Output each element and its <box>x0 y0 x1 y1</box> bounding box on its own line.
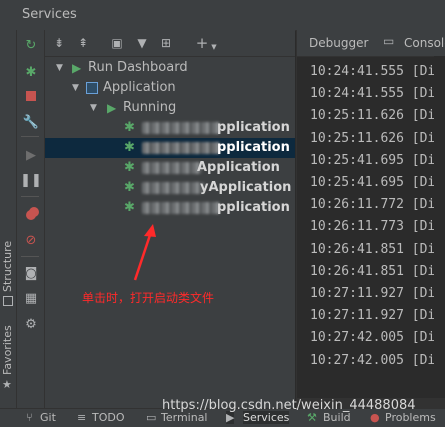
console-line: 10:25:11.626 [Dis <box>310 108 444 124</box>
collapse-arrow-icon: ▼ <box>72 83 79 93</box>
application-config-icon <box>86 82 98 94</box>
console-line: 10:26:11.772 [Dis <box>310 197 444 213</box>
structure-icon <box>3 296 13 306</box>
annotation-arrow <box>133 224 156 281</box>
tree-node-label: Application <box>103 80 176 95</box>
resume-icon[interactable]: ▶ <box>21 145 41 165</box>
console-line: 10:25:41.695 [Dis <box>310 152 444 168</box>
star-icon: ★ <box>2 378 12 391</box>
redacted-app-name <box>142 182 204 194</box>
structure-tab[interactable]: Structure <box>1 241 14 292</box>
divider <box>21 196 39 197</box>
console-line: 10:24:41.555 [Dis <box>310 86 444 102</box>
tree-toolbar: ⇟ ⇞ ▣ ▼ ⊞ + ▼ <box>45 30 295 57</box>
todo-tab[interactable]: TODO <box>92 411 125 424</box>
watermark: https://blog.csdn.net/weixin_44488084 <box>162 398 416 413</box>
running-app-bug-icon: ✱ <box>124 200 135 215</box>
console-line: 10:26:41.851 [Dis <box>310 241 444 257</box>
console-line: 10:26:11.773 [Dis <box>310 219 444 235</box>
debug-bug-icon[interactable]: ✱ <box>21 62 41 82</box>
tool-window-header: Services <box>0 0 445 31</box>
redacted-app-name <box>142 202 220 214</box>
console-line: 10:25:11.626 [Dis <box>310 130 444 146</box>
redacted-app-name <box>142 122 220 134</box>
console-line: 10:25:41.695 [Dis <box>310 175 444 190</box>
vertical-scrollbar[interactable] <box>434 56 445 408</box>
app-name-suffix: yApplication <box>200 180 292 195</box>
new-tab-icon[interactable]: ⊞ <box>157 34 175 52</box>
tree-node-app[interactable]: ✱ pplication <box>45 118 295 138</box>
wrench-icon[interactable]: 🔧 <box>21 112 41 132</box>
tree-node-running[interactable]: ▼ ▶ Running <box>45 98 295 118</box>
todo-icon: ≡ <box>77 411 87 424</box>
stop-icon <box>26 91 36 101</box>
rerun-icon[interactable]: ↻ <box>21 35 41 55</box>
tree-node-app[interactable]: ✱ Application <box>45 158 295 178</box>
git-tab[interactable]: Git <box>40 411 56 424</box>
tree-node-app-selected[interactable]: ✱ pplication <box>45 138 295 158</box>
run-icon: ▶ <box>72 61 82 75</box>
divider <box>21 256 39 257</box>
running-app-bug-icon: ✱ <box>124 180 135 195</box>
app-name-suffix: Application <box>197 160 280 175</box>
services-tree-panel: ⇟ ⇞ ▣ ▼ ⊞ + ▼ ▼ ▶ Run Dashboard ▼ Applic… <box>45 30 295 408</box>
app-name-suffix: pplication <box>217 140 290 155</box>
tab-console[interactable]: Console <box>404 36 445 50</box>
tree-node-run-dashboard[interactable]: ▼ ▶ Run Dashboard <box>45 58 295 78</box>
console-icon: ▭ <box>383 34 395 48</box>
app-name-suffix: pplication <box>217 120 290 135</box>
tree-node-label: Running <box>123 100 177 115</box>
chevron-down-icon[interactable]: ▼ <box>205 38 223 56</box>
redacted-app-name <box>142 142 220 154</box>
redacted-app-name <box>142 162 202 174</box>
console-tabs: Debugger ▭ Console <box>297 30 445 57</box>
annotation-text: 单击时，打开启动类文件 <box>82 291 215 305</box>
tree-node-app[interactable]: ✱ pplication <box>45 198 295 218</box>
tree-node-label: Run Dashboard <box>88 60 188 75</box>
console-line: 10:26:41.851 [Dis <box>310 263 444 279</box>
collapse-all-icon[interactable]: ⇞ <box>74 34 92 52</box>
running-app-bug-icon: ✱ <box>124 160 135 175</box>
camera-icon[interactable]: ◙ <box>21 263 41 283</box>
tree-node-application[interactable]: ▼ Application <box>45 78 295 98</box>
group-by-icon[interactable]: ▣ <box>108 34 126 52</box>
layout-icon[interactable]: ▦ <box>21 288 41 308</box>
left-tool-stripe: Structure Favorites ★ <box>0 30 17 408</box>
collapse-arrow-icon: ▼ <box>90 103 97 113</box>
collapse-arrow-icon: ▼ <box>56 63 63 73</box>
console-line: 10:27:11.927 [Dis <box>310 286 444 301</box>
mute-breakpoints-icon[interactable]: ⊘ <box>21 230 41 250</box>
running-app-bug-icon: ✱ <box>124 120 135 135</box>
console-line: 10:24:41.555 [Dis <box>310 64 444 79</box>
tool-window-title: Services <box>22 7 77 22</box>
running-app-bug-icon: ✱ <box>124 140 135 155</box>
console-line: 10:27:11.927 [Dis <box>310 308 444 324</box>
filter-icon[interactable]: ▼ <box>133 34 151 52</box>
terminal-icon: ▭ <box>146 411 157 424</box>
run-icon: ▶ <box>107 101 117 115</box>
pause-icon[interactable]: ❚❚ <box>20 170 42 190</box>
expand-all-icon[interactable]: ⇟ <box>50 34 68 52</box>
view-breakpoints-button[interactable] <box>21 205 41 225</box>
settings-gear-icon[interactable]: ⚙ <box>21 314 41 334</box>
breakpoints-icon <box>26 210 36 220</box>
favorites-tab[interactable]: Favorites <box>1 325 14 375</box>
tree-node-app[interactable]: ✱ yApplication <box>45 178 295 198</box>
services-actions-toolbar: ↻ ✱ 🔧 ▶ ❚❚ ⊘ ◙ ▦ ⚙ <box>17 30 45 408</box>
stop-button[interactable] <box>21 86 41 106</box>
console-panel: Debugger ▭ Console 10:24:41.555 [Dis 10:2… <box>296 30 445 408</box>
console-line: 10:27:42.005 [Dis <box>310 352 444 368</box>
tab-debugger[interactable]: Debugger <box>309 36 368 50</box>
console-line: 10:27:42.005 [Dis <box>310 330 444 346</box>
git-icon: ⑂ <box>26 411 33 424</box>
divider <box>21 136 39 137</box>
app-name-suffix: pplication <box>217 200 290 215</box>
